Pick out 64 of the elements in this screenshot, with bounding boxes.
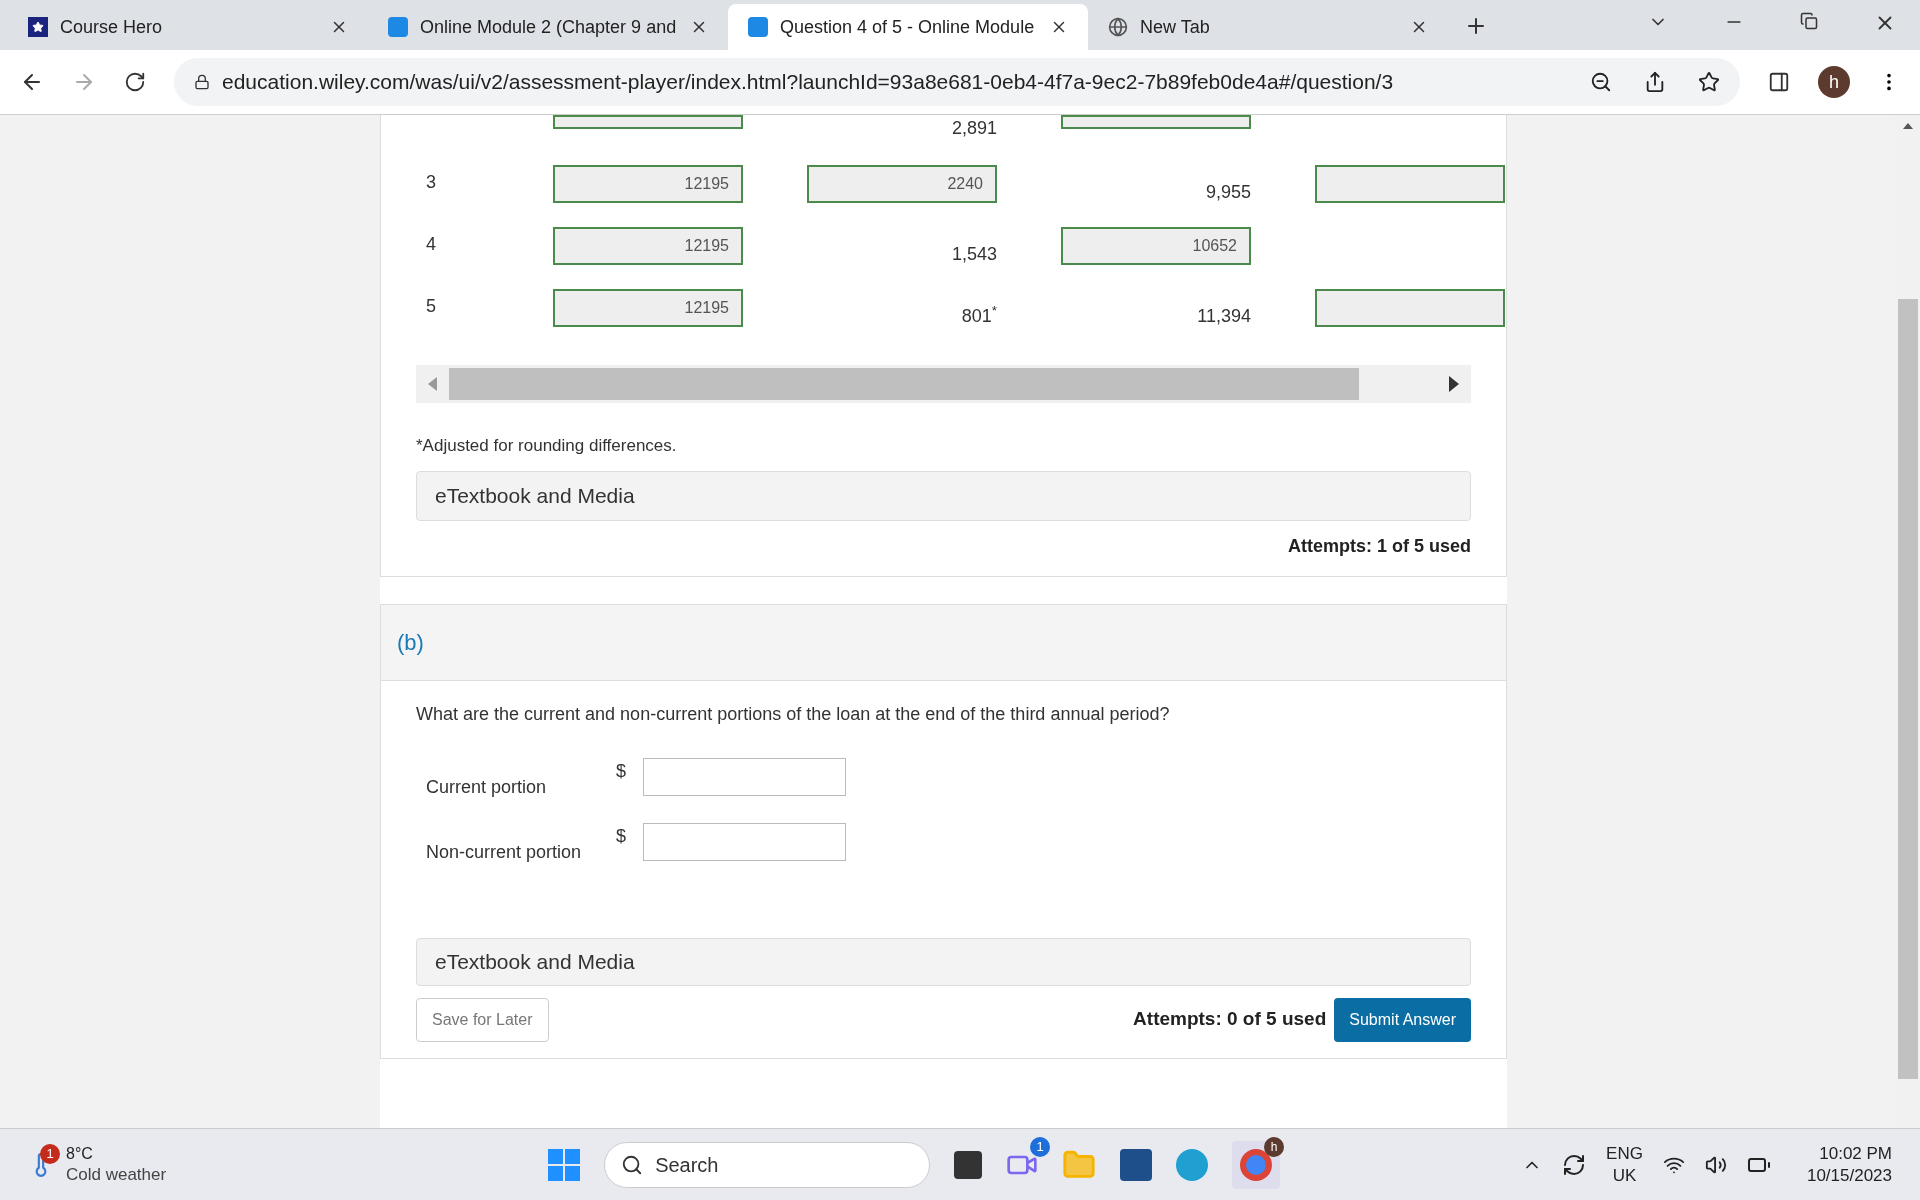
row-number: 4 <box>426 233 437 256</box>
search-field[interactable]: Search <box>604 1141 931 1188</box>
temperature-text: 8°C <box>66 1143 94 1164</box>
side-panel-icon[interactable] <box>1768 71 1790 93</box>
table-cell-text: 801$^{*}$ <box>961 302 997 328</box>
answer-box[interactable] <box>553 115 743 129</box>
answer-box[interactable] <box>1315 165 1505 203</box>
vertical-scrollbar[interactable] <box>1895 115 1920 1128</box>
notification-badge: 1 <box>1030 1136 1051 1157</box>
table-cell-text: 11,394 <box>1197 304 1251 328</box>
address-bar[interactable]: education.wiley.com/was/ui/v2/assessment-player/index.html?launchId=93a8e681-0eb4-4f7a-9ec2-7b89feb0de4a#/question/3 <box>174 58 1740 106</box>
answer-box[interactable] <box>1061 115 1251 129</box>
task-view-icon[interactable] <box>954 1150 983 1179</box>
answer-box[interactable]: 12195 <box>553 227 743 265</box>
row-number: 3 <box>426 171 437 194</box>
row-number: 5 <box>426 295 437 318</box>
etextbook-link[interactable]: eTextbook and Media <box>416 937 1471 986</box>
notification-badge: 1 <box>40 1143 60 1164</box>
browser-tab[interactable]: Question 4 of 5 - Online Module <box>728 4 1088 50</box>
field-label: Non-current portion <box>425 840 583 864</box>
logo-icon <box>388 17 408 37</box>
star-logo-icon <box>28 17 48 37</box>
search-placeholder: Search <box>655 1152 719 1178</box>
logo-icon <box>748 17 768 37</box>
restore-icon[interactable] <box>1800 12 1818 30</box>
sync-icon[interactable] <box>1562 1152 1587 1177</box>
answer-box[interactable]: 12195 <box>553 165 743 203</box>
input-field[interactable] <box>643 757 846 796</box>
profile-avatar[interactable]: h <box>1818 66 1850 98</box>
question-text: What are the current and non-current portions of the loan at the end of the third annual period? <box>416 702 1171 726</box>
start-icon[interactable] <box>548 1148 581 1181</box>
submit-answer-button[interactable]: Submit Answer <box>1334 997 1471 1042</box>
answer-box[interactable]: 12195 <box>553 289 743 327</box>
table-cell-text: 2,891 <box>951 117 997 140</box>
attempts-text: Attempts: 0 of 5 used <box>1133 1007 1327 1032</box>
answer-box[interactable]: 10652 <box>1061 227 1251 265</box>
table-cell-text: 9,955 <box>1205 180 1251 204</box>
currency-sign: $ <box>616 759 627 783</box>
table-cell-text: 1,543 <box>951 242 997 266</box>
answer-box[interactable] <box>1315 289 1505 327</box>
save-for-later-button[interactable]: Save for Later <box>416 997 549 1042</box>
etextbook-link[interactable]: eTextbook and Media <box>416 470 1471 521</box>
browser-tab[interactable]: Course Hero <box>8 4 368 50</box>
part-label: (b) <box>397 628 424 657</box>
globe-icon <box>1108 17 1128 37</box>
store-icon[interactable] <box>1120 1148 1153 1181</box>
footnote: *Adjusted for rounding differences. <box>416 435 678 457</box>
language-text[interactable]: ENG <box>1606 1143 1643 1165</box>
reload-icon[interactable] <box>124 71 146 93</box>
weather-text: Cold weather <box>66 1163 167 1186</box>
field-label: Current portion <box>425 775 548 799</box>
answer-box[interactable]: 2240 <box>807 165 997 203</box>
browser-icon[interactable] <box>1240 1148 1273 1181</box>
region-text[interactable]: UK <box>1612 1164 1637 1186</box>
currency-sign: $ <box>616 824 627 848</box>
browser-tab[interactable]: New Tab <box>1088 4 1448 50</box>
attempts-text: Attempts: 1 of 5 used <box>1287 534 1471 558</box>
input-field[interactable] <box>643 822 846 861</box>
horizontal-scrollbar[interactable] <box>416 365 1471 403</box>
clock-time[interactable]: 10:02 PM <box>1819 1143 1892 1165</box>
profile-badge: h <box>1264 1136 1285 1157</box>
browser-tab[interactable]: Online Module 2 (Chapter 9 and <box>368 4 728 50</box>
clock-date[interactable]: 10/15/2023 <box>1806 1164 1892 1186</box>
search-icon <box>621 1153 644 1176</box>
